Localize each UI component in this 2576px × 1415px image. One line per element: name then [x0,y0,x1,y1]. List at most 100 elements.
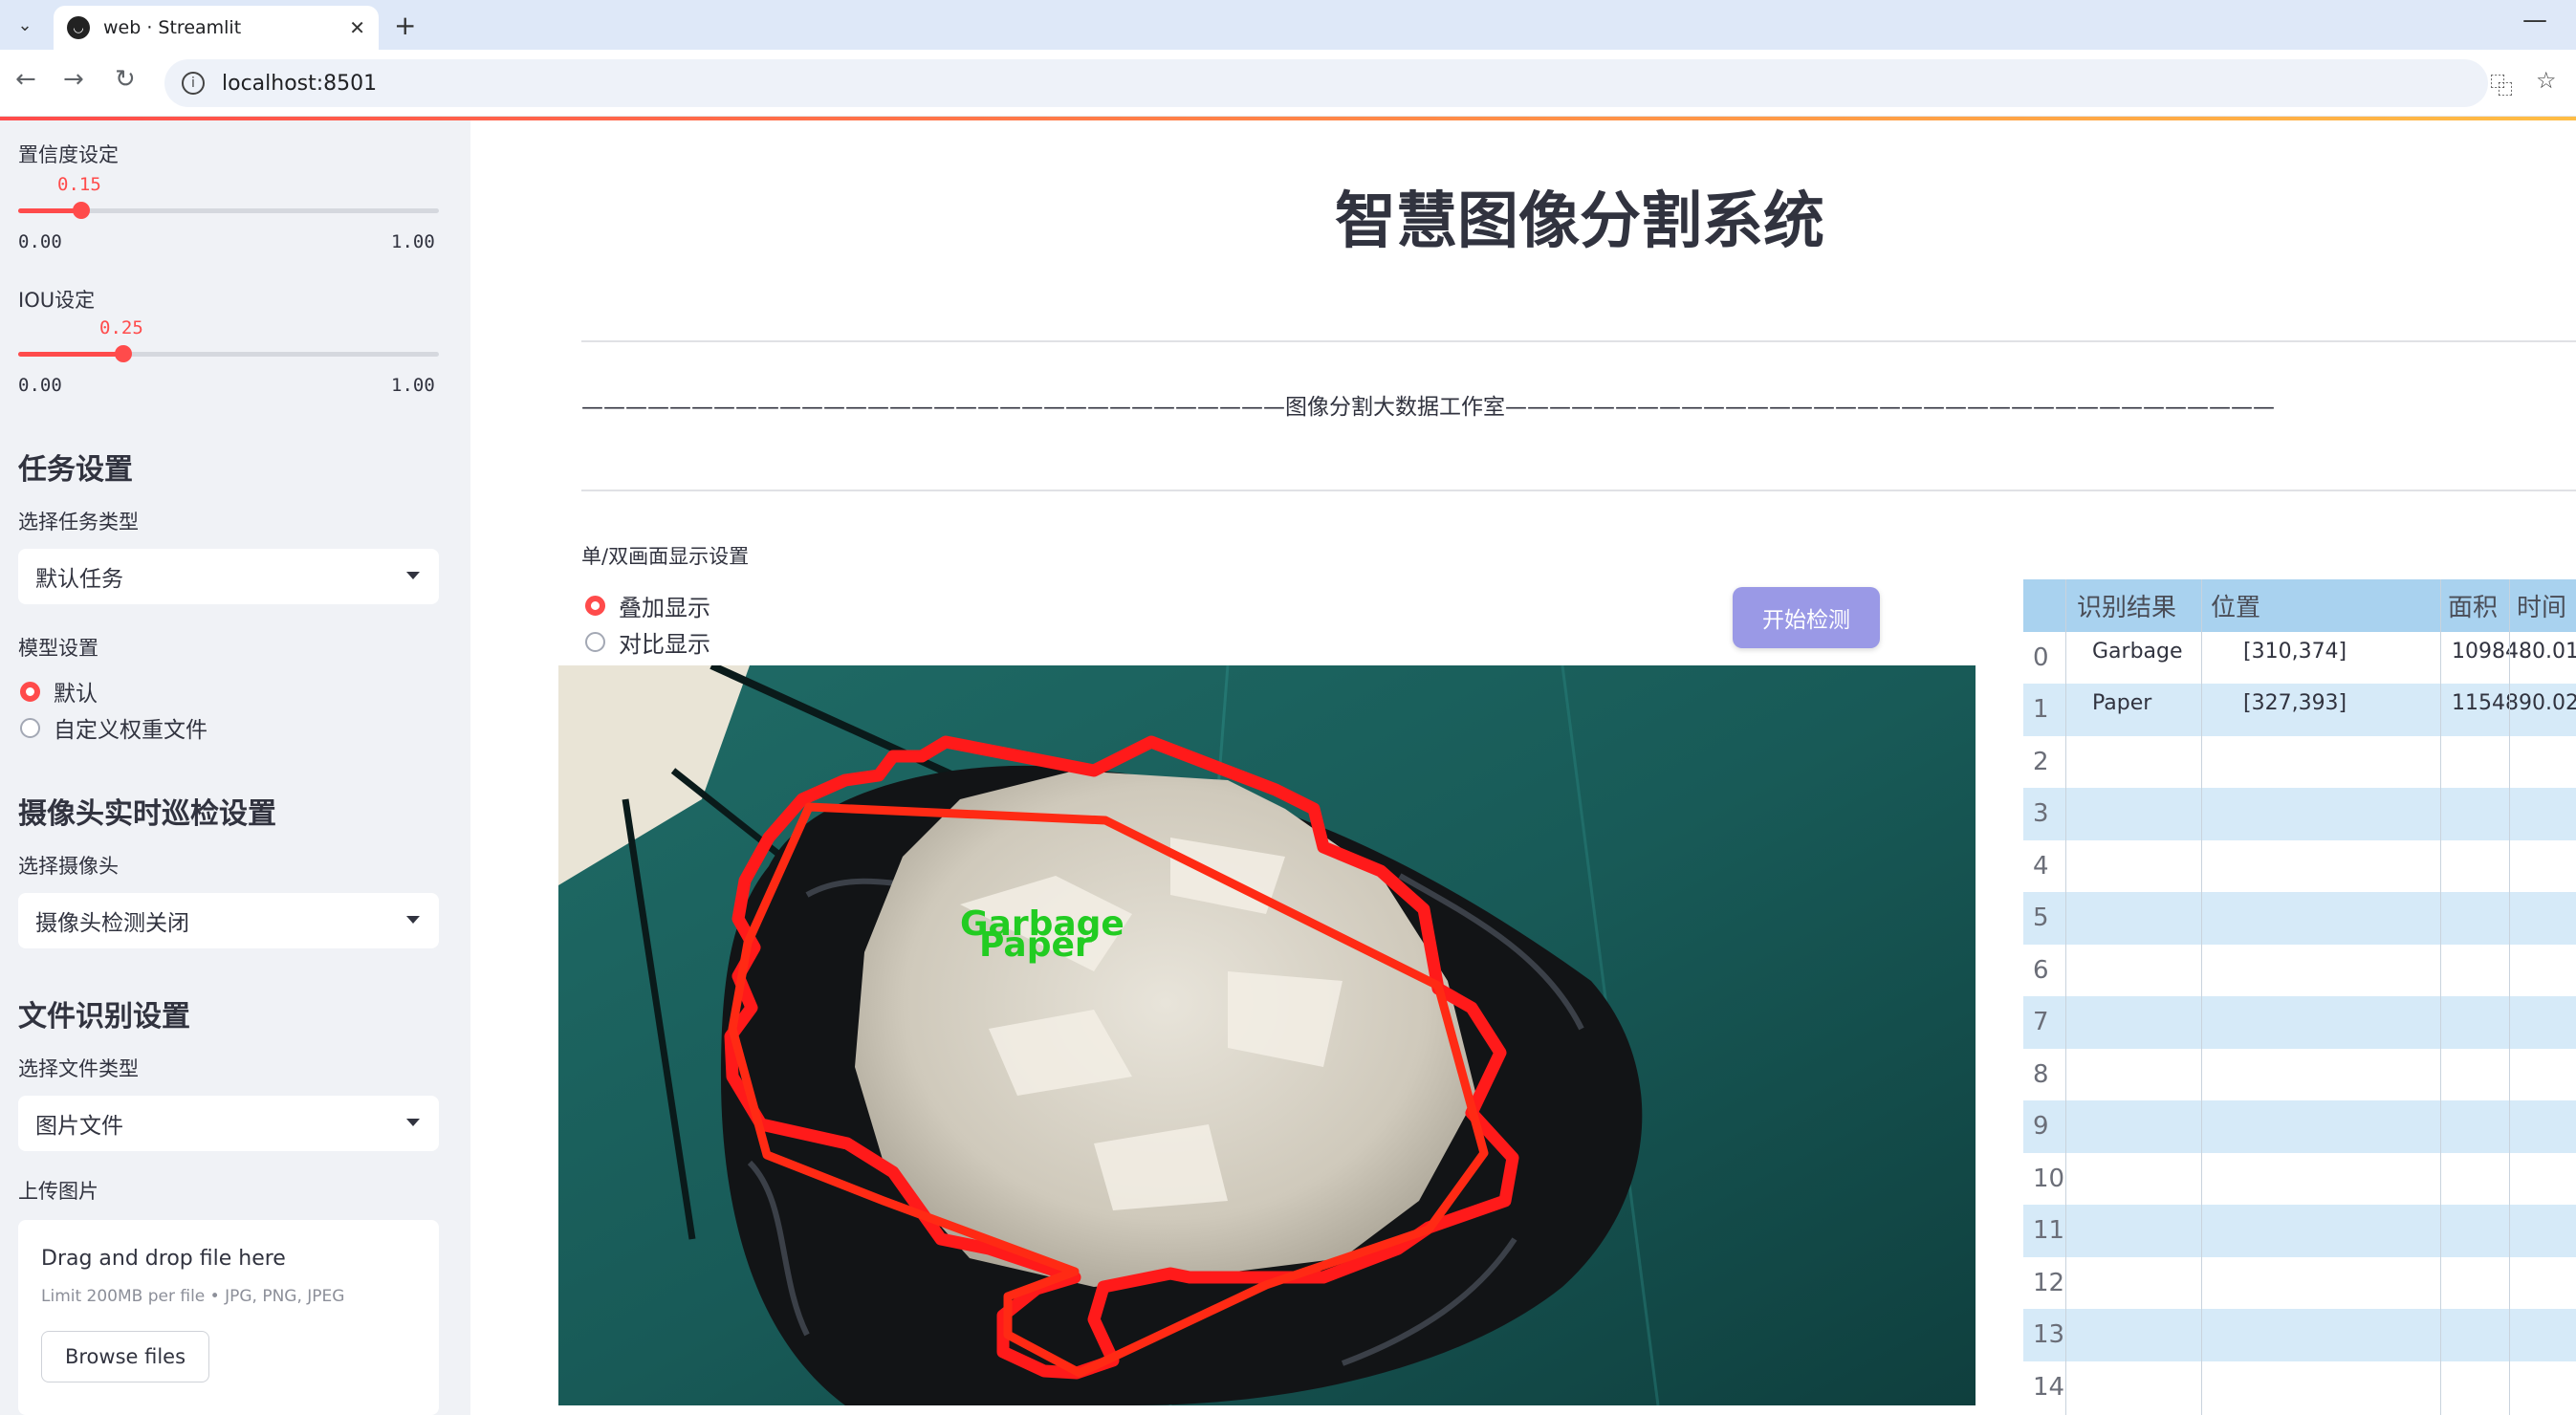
results-table[interactable]: 识别结果 位置 面积 时间 0 Garbage [310,374] 1098480.0… [2023,579,2576,1415]
table-row[interactable]: 7 [2023,996,2576,1049]
table-header-row: 识别结果 位置 面积 时间 [2023,579,2576,632]
camera-select[interactable]: 摄像头检测关闭 [18,893,439,948]
column-header-position[interactable]: 位置 [2211,579,2260,632]
table-row[interactable]: 10 [2023,1153,2576,1206]
task-type-select[interactable]: 默认任务 [18,549,439,604]
table-row[interactable]: 11 [2023,1205,2576,1257]
minimize-window-icon[interactable]: — [2522,6,2547,34]
row-index: 1 [2033,695,2049,725]
column-divider [2065,579,2066,1415]
table-row[interactable]: 14 [2023,1361,2576,1414]
upload-limit-text: Limit 200MB per file • JPG, PNG, JPEG [41,1287,345,1306]
browser-toolbar: ← → ↻ i localhost:8501 ⿻ ☆ [0,50,2576,117]
row-index: 14 [2033,1372,2065,1402]
start-detection-button[interactable]: 开始检测 [1733,587,1880,648]
iou-label: IOU设定 [18,289,96,312]
model-option-label: 自定义权重文件 [54,718,207,743]
row-index: 11 [2033,1216,2065,1246]
studio-banner: ————————————————————————————————图像分割大数据工… [581,395,2275,420]
column-divider [2201,579,2202,1415]
radio-selected-icon[interactable] [585,596,605,616]
confidence-max: 1.00 [391,231,435,252]
confidence-slider[interactable] [18,202,439,219]
camera-select-value: 摄像头检测关闭 [35,911,189,936]
row-index: 4 [2033,851,2049,881]
column-divider [2440,579,2441,1415]
row-index: 2 [2033,747,2049,776]
new-tab-icon[interactable]: + [394,10,416,41]
browser-tab[interactable]: ◡ web · Streamlit ✕ [54,6,379,50]
file-type-label: 选择文件类型 [18,1057,139,1080]
table-row[interactable]: 9 [2023,1100,2576,1153]
divider [581,340,2576,342]
model-settings-label: 模型设置 [18,637,98,660]
tab-search-icon[interactable]: ⌄ [8,8,42,42]
iou-slider-fill [18,352,123,357]
streamlit-favicon-icon: ◡ [67,16,90,39]
task-type-value: 默认任务 [35,567,123,592]
tab-title: web · Streamlit [103,17,242,38]
back-icon[interactable]: ← [15,65,36,94]
chevron-down-icon [406,572,420,579]
table-row[interactable]: 3 [2023,788,2576,840]
cell-result: Garbage [2092,639,2183,664]
iou-min: 0.00 [18,375,62,396]
table-row[interactable]: 0 Garbage [310,374] 1098480.01 [2023,632,2576,685]
display-option-label: 对比显示 [619,631,710,658]
address-bar[interactable]: i localhost:8501 [164,59,2488,107]
display-option-overlay[interactable]: 叠加显示 [585,589,710,622]
site-info-icon[interactable]: i [182,72,205,95]
browse-files-button[interactable]: Browse files [41,1331,209,1382]
table-row[interactable]: 8 [2023,1049,2576,1101]
upload-dropzone-title: Drag and drop file here [41,1247,286,1271]
file-settings-heading: 文件识别设置 [18,1000,190,1034]
column-header-area[interactable]: 面积 [2448,579,2498,632]
row-index: 9 [2033,1112,2049,1142]
confidence-slider-thumb[interactable] [73,202,90,219]
iou-value: 0.25 [99,317,143,338]
browser-tab-strip: ⌄ ◡ web · Streamlit ✕ + — [0,0,2576,50]
table-row[interactable]: 12 [2023,1257,2576,1310]
display-option-compare[interactable]: 对比显示 [585,625,710,659]
table-row[interactable]: 2 [2023,736,2576,789]
table-row[interactable]: 13 [2023,1309,2576,1361]
chevron-down-icon [406,916,420,924]
tab-close-icon[interactable]: ✕ [349,16,365,39]
radio-selected-icon[interactable] [20,681,40,702]
segmentation-canvas: Garbage Paper [558,665,1976,1405]
iou-slider-thumb[interactable] [115,345,132,362]
row-index: 12 [2033,1268,2065,1297]
file-type-select[interactable]: 图片文件 [18,1096,439,1151]
task-type-label: 选择任务类型 [18,511,139,533]
radio-unselected-icon[interactable] [585,632,605,652]
bookmark-star-icon[interactable]: ☆ [2536,67,2557,94]
radio-unselected-icon[interactable] [20,717,40,738]
row-index: 7 [2033,1008,2049,1037]
confidence-label: 置信度设定 [18,143,119,166]
table-row[interactable]: 5 [2023,892,2576,945]
model-option-custom[interactable]: 自定义权重文件 [20,711,207,744]
mask-label-paper: Paper [979,925,1092,965]
model-option-default[interactable]: 默认 [20,675,98,708]
translate-icon[interactable]: ⿻ [2490,67,2513,100]
chevron-down-icon [406,1119,420,1126]
model-option-label: 默认 [54,682,98,707]
forward-icon[interactable]: → [63,65,84,94]
column-header-result[interactable]: 识别结果 [2077,579,2176,632]
table-row[interactable]: 6 [2023,945,2576,997]
confidence-value: 0.15 [57,174,101,195]
table-row[interactable]: 4 [2023,840,2576,893]
column-header-time[interactable]: 时间 [2517,579,2566,632]
file-uploader-dropzone[interactable]: Drag and drop file here Limit 200MB per … [18,1220,439,1415]
url-text[interactable]: localhost:8501 [222,72,377,96]
iou-slider[interactable] [18,345,439,362]
page-title: 智慧图像分割系统 [1335,186,1824,257]
confidence-min: 0.00 [18,231,62,252]
cell-area: 1154890.02 [2452,691,2576,715]
row-index: 3 [2033,799,2049,829]
display-option-label: 叠加显示 [619,595,710,621]
column-divider [2509,579,2510,1415]
reload-icon[interactable]: ↻ [115,65,136,94]
upload-label: 上传图片 [18,1180,98,1203]
table-row[interactable]: 1 Paper [327,393] 1154890.02 [2023,684,2576,736]
